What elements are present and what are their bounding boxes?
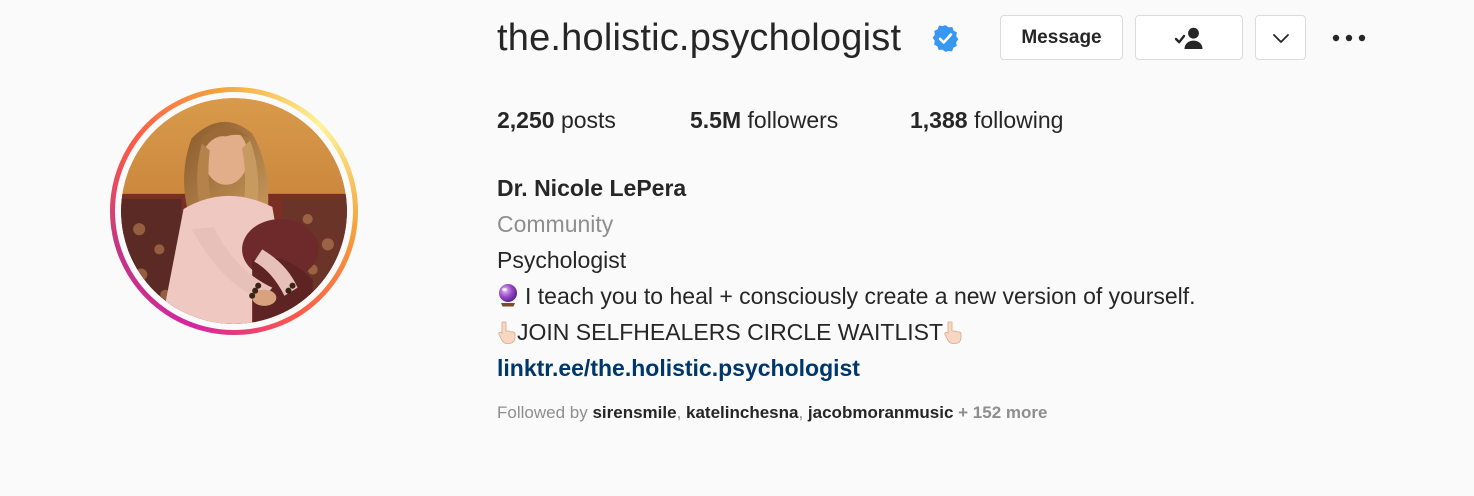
following-button[interactable] [1135,15,1243,60]
followers-label: followers [747,107,839,133]
followers-stat[interactable]: 5.5M followers [690,107,838,134]
followed-by-user[interactable]: sirensmile [592,403,676,422]
followers-count: 5.5M [690,107,742,133]
bio-link[interactable]: linktr.ee/the.holistic.psychologist [497,350,1397,386]
verified-badge-icon [932,25,959,52]
bio-line-1: I teach you to heal + consciously create… [497,278,1397,314]
bio-title: Psychologist [497,247,627,273]
followed-by-more[interactable]: + 152 more [958,403,1047,422]
followed-by-prefix: Followed by [497,403,588,422]
crystal-ball-icon [499,284,517,307]
story-ring[interactable] [110,87,358,335]
followed-by-user[interactable]: jacobmoranmusic [808,403,954,422]
pointing-down-icon [498,321,516,344]
following-label: following [973,107,1064,133]
profile-avatar[interactable] [121,98,347,324]
more-options-button[interactable] [1326,24,1372,52]
following-stat[interactable]: 1,388 following [910,107,1063,134]
separator: , [676,403,687,422]
posts-count: 2,250 [497,107,555,133]
more-options-icon [1332,34,1366,42]
chevron-down-icon [1272,33,1289,43]
bio-line-2-text: JOIN SELFHEALERS CIRCLE WAITLIST [517,319,944,345]
avatar-border [115,92,353,330]
pointing-down-icon [944,321,962,344]
bio-line-2: JOIN SELFHEALERS CIRCLE WAITLIST [497,314,1397,350]
person-check-icon [1174,27,1203,49]
category-label: Community [497,211,614,237]
full-name: Dr. Nicole LePera [497,175,687,201]
posts-label: posts [560,107,616,133]
bio-line-1-text: I teach you to heal + consciously create… [525,283,1196,309]
message-button[interactable]: Message [1000,15,1123,60]
separator: , [798,403,808,422]
suggestions-dropdown-button[interactable] [1255,15,1306,60]
profile-bio: Dr. Nicole LePera Community Psychologist… [497,170,1397,386]
profile-username: the.holistic.psychologist [497,17,902,59]
posts-stat: 2,250 posts [497,107,616,134]
followed-by-user[interactable]: katelinchesna [686,403,798,422]
followed-by[interactable]: Followed by sirensmile, katelinchesna, j… [497,403,1047,423]
following-count: 1,388 [910,107,968,133]
